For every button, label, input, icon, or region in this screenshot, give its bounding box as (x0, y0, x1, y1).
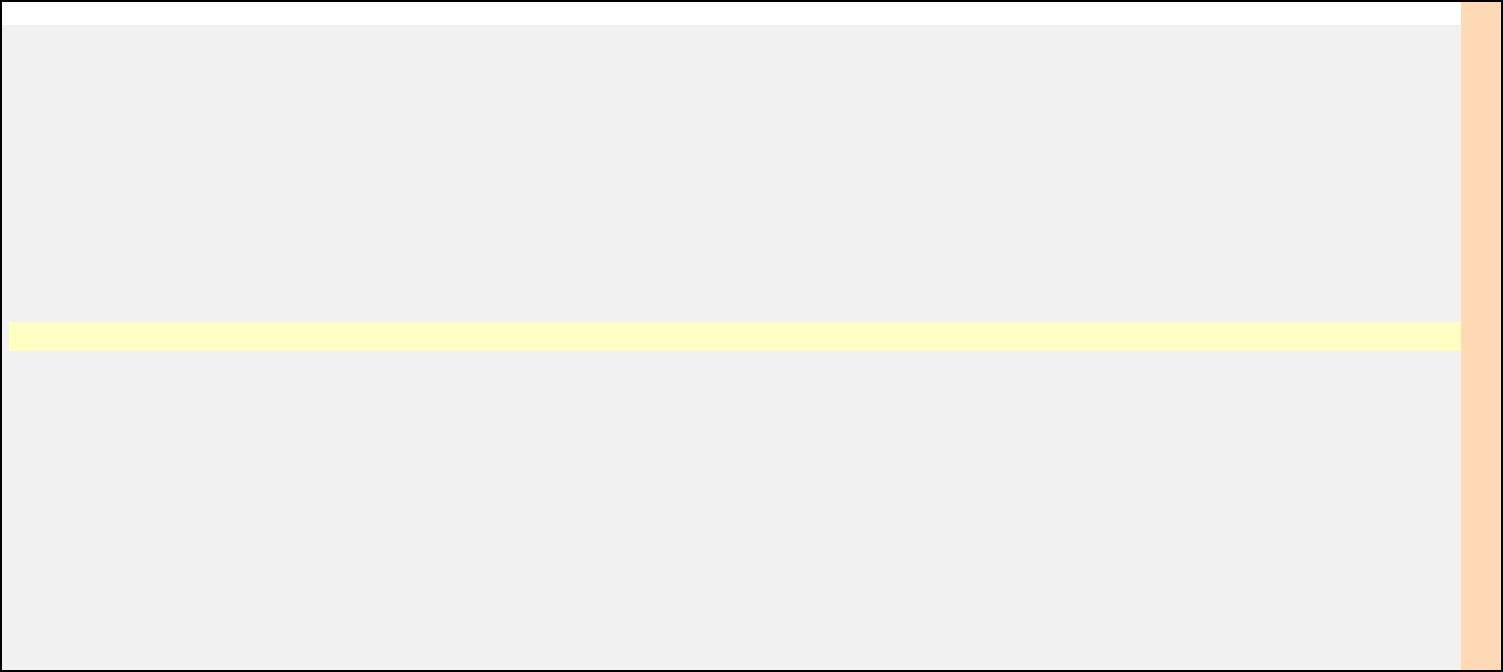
time-axis (9, 322, 1461, 351)
spectrogram-rcp (22, 26, 1459, 322)
frequency-scale (1461, 2, 1501, 670)
rcp-polarization-strip (2, 26, 22, 322)
lcp-polarization-strip (2, 351, 22, 650)
title-bar (2, 2, 1461, 25)
dps-spectrogram-page (0, 0, 1503, 672)
spectrogram-lcp (22, 351, 1459, 650)
